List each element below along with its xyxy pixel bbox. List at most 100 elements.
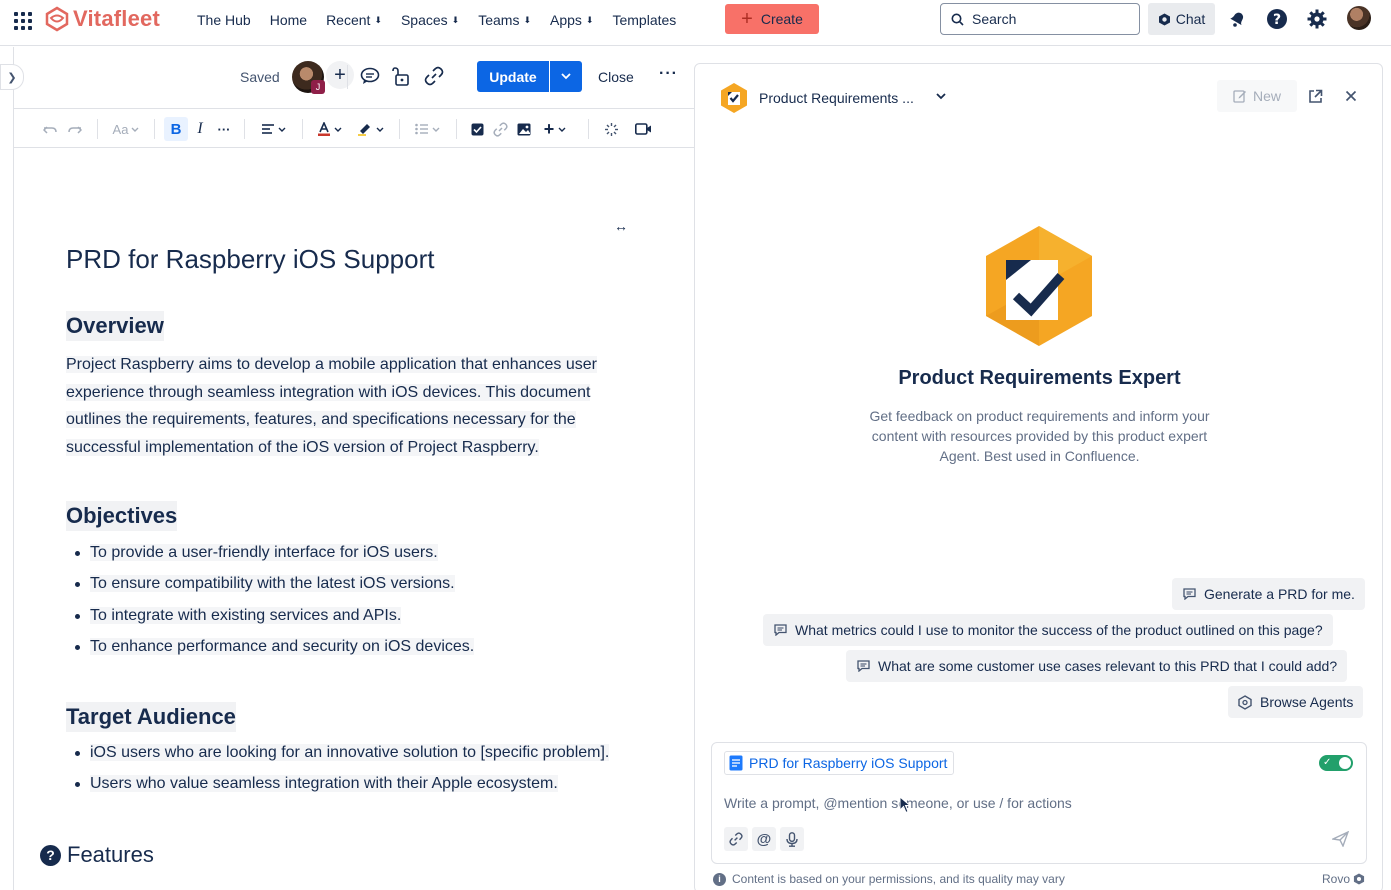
insert-dropdown[interactable]: + xyxy=(540,119,570,139)
app-switcher-icon[interactable] xyxy=(12,10,32,30)
heading-overview[interactable]: Overview xyxy=(66,311,164,341)
rovo-branding: Rovo xyxy=(1322,872,1365,886)
video-record-icon[interactable] xyxy=(634,119,652,139)
nav-templates[interactable]: Templates xyxy=(612,10,676,30)
close-icon[interactable] xyxy=(1342,87,1360,105)
task-checkbox-icon[interactable] xyxy=(469,119,485,139)
prompt-input[interactable]: Write a prompt, @mention someone, or use… xyxy=(724,795,1072,811)
chevron-down-icon xyxy=(131,127,139,132)
suggestion-chip[interactable]: What are some customer use cases relevan… xyxy=(846,650,1348,682)
update-options-button[interactable] xyxy=(550,61,582,92)
chevron-down-icon: ⬇ xyxy=(374,15,382,25)
heading-features[interactable]: ? Features xyxy=(40,842,154,868)
user-avatar[interactable] xyxy=(1347,6,1371,30)
list-item[interactable]: To integrate with existing services and … xyxy=(66,604,474,635)
search-input[interactable]: Search xyxy=(940,3,1140,35)
audience-list: iOS users who are looking for an innovat… xyxy=(66,741,610,804)
help-icon[interactable]: ? xyxy=(1266,8,1288,30)
nav-label: Recent xyxy=(326,12,371,28)
context-chip-label: PRD for Raspberry iOS Support xyxy=(749,755,948,771)
text: Users who value seamless integration wit… xyxy=(90,775,558,793)
rovo-label: Rovo xyxy=(1322,872,1351,886)
suggestion-chip[interactable]: What metrics could I use to monitor the … xyxy=(763,614,1333,646)
chevron-down-icon xyxy=(376,127,383,132)
list-item[interactable]: iOS users who are looking for an innovat… xyxy=(66,741,610,772)
nav-label: Teams xyxy=(478,12,520,28)
highlight-dropdown[interactable] xyxy=(354,119,386,139)
heading-text: Features xyxy=(67,842,154,867)
heading-target-audience[interactable]: Target Audience xyxy=(66,702,236,732)
heading-objectives[interactable]: Objectives xyxy=(66,501,178,531)
send-icon[interactable] xyxy=(1330,829,1350,849)
create-label: Create xyxy=(760,11,803,27)
text: iOS users who are looking for an innovat… xyxy=(90,744,610,761)
nav-home[interactable]: Home xyxy=(270,10,307,30)
nav-recent[interactable]: Recent ⬇ xyxy=(326,10,382,30)
notifications-icon[interactable] xyxy=(1226,8,1248,30)
agent-hexagon-icon xyxy=(721,83,747,113)
list-item[interactable]: To enhance performance and security on i… xyxy=(66,635,475,666)
alignment-dropdown[interactable] xyxy=(258,119,288,139)
nav-spaces[interactable]: Spaces ⬇ xyxy=(401,10,459,30)
settings-gear-icon[interactable] xyxy=(1306,8,1328,30)
mouse-cursor-icon xyxy=(899,796,911,814)
image-icon[interactable] xyxy=(516,119,532,139)
editor-toolbar: Aa B I ··· + xyxy=(14,108,694,148)
nav-label: The Hub xyxy=(197,12,251,28)
message-icon xyxy=(773,623,787,637)
nav-teams[interactable]: Teams ⬇ xyxy=(478,10,531,30)
list-item[interactable]: Users who value seamless integration wit… xyxy=(66,772,609,803)
copy-link-icon[interactable] xyxy=(423,65,445,87)
update-button[interactable]: Update xyxy=(477,61,549,92)
italic-icon[interactable]: I xyxy=(194,119,206,139)
text: Project Raspberry aims to develop a mobi… xyxy=(66,356,597,373)
browse-agents-button[interactable]: Browse Agents xyxy=(1228,686,1364,718)
overview-paragraph[interactable]: Project Raspberry aims to develop a mobi… xyxy=(66,351,616,462)
more-actions-button[interactable]: ··· xyxy=(659,65,678,83)
list-dropdown[interactable] xyxy=(412,119,442,139)
text: experience through seamless integration … xyxy=(66,383,591,401)
undo-icon[interactable] xyxy=(42,119,58,139)
text-style-dropdown[interactable]: Aa xyxy=(109,119,143,139)
page-context-chip[interactable]: PRD for Raspberry iOS Support xyxy=(724,751,955,775)
agent-selector[interactable]: Product Requirements ... xyxy=(719,82,914,114)
bullet-list-icon xyxy=(414,123,428,135)
comment-icon[interactable] xyxy=(359,65,381,87)
nav-the-hub[interactable]: The Hub xyxy=(197,10,251,30)
text: To integrate with existing services and … xyxy=(90,606,402,624)
close-button[interactable]: Close xyxy=(598,69,634,85)
bold-icon[interactable]: B xyxy=(164,117,188,141)
full-width-toggle-icon[interactable]: ↔ xyxy=(614,218,628,234)
redo-icon[interactable] xyxy=(66,119,82,139)
text-style-label: Aa xyxy=(112,121,129,137)
rovo-chat-icon xyxy=(1158,13,1170,25)
edit-icon xyxy=(1233,90,1246,103)
brand-logo[interactable]: Vitafleet xyxy=(44,4,160,34)
create-button[interactable]: + Create xyxy=(725,4,819,34)
more-formatting-icon[interactable]: ··· xyxy=(216,119,232,139)
top-navigation: Vitafleet The Hub Home Recent ⬇ Spaces ⬇ T… xyxy=(0,0,1391,46)
nav-apps[interactable]: Apps ⬇ xyxy=(550,10,593,30)
text: To provide a user-friendly interface for… xyxy=(90,544,438,561)
suggestion-chip[interactable]: Generate a PRD for me. xyxy=(1172,578,1365,610)
search-placeholder: Search xyxy=(972,11,1017,27)
page-title[interactable]: PRD for Raspberry iOS Support xyxy=(66,244,434,275)
text-color-icon xyxy=(317,122,330,136)
list-item[interactable]: To provide a user-friendly interface for… xyxy=(66,541,474,572)
attach-link-icon[interactable] xyxy=(724,827,748,851)
link-icon[interactable] xyxy=(492,119,508,139)
list-item[interactable]: To ensure compatibility with the latest … xyxy=(66,572,474,603)
unlock-icon[interactable] xyxy=(390,65,412,87)
text-color-dropdown[interactable] xyxy=(314,119,344,139)
disclaimer: i Content is based on your permissions, … xyxy=(713,872,1065,886)
ai-sparkle-icon[interactable] xyxy=(602,119,620,139)
microphone-icon[interactable] xyxy=(780,827,804,851)
invite-collaborator-button[interactable]: + xyxy=(326,61,354,89)
new-chat-button[interactable]: New xyxy=(1217,80,1297,112)
context-toggle[interactable]: ✓ xyxy=(1319,755,1353,771)
chevron-down-icon[interactable] xyxy=(936,93,946,100)
mention-icon[interactable]: @ xyxy=(752,827,776,851)
open-external-icon[interactable] xyxy=(1306,87,1324,105)
divider xyxy=(399,119,400,139)
chat-button[interactable]: Chat xyxy=(1148,3,1215,35)
